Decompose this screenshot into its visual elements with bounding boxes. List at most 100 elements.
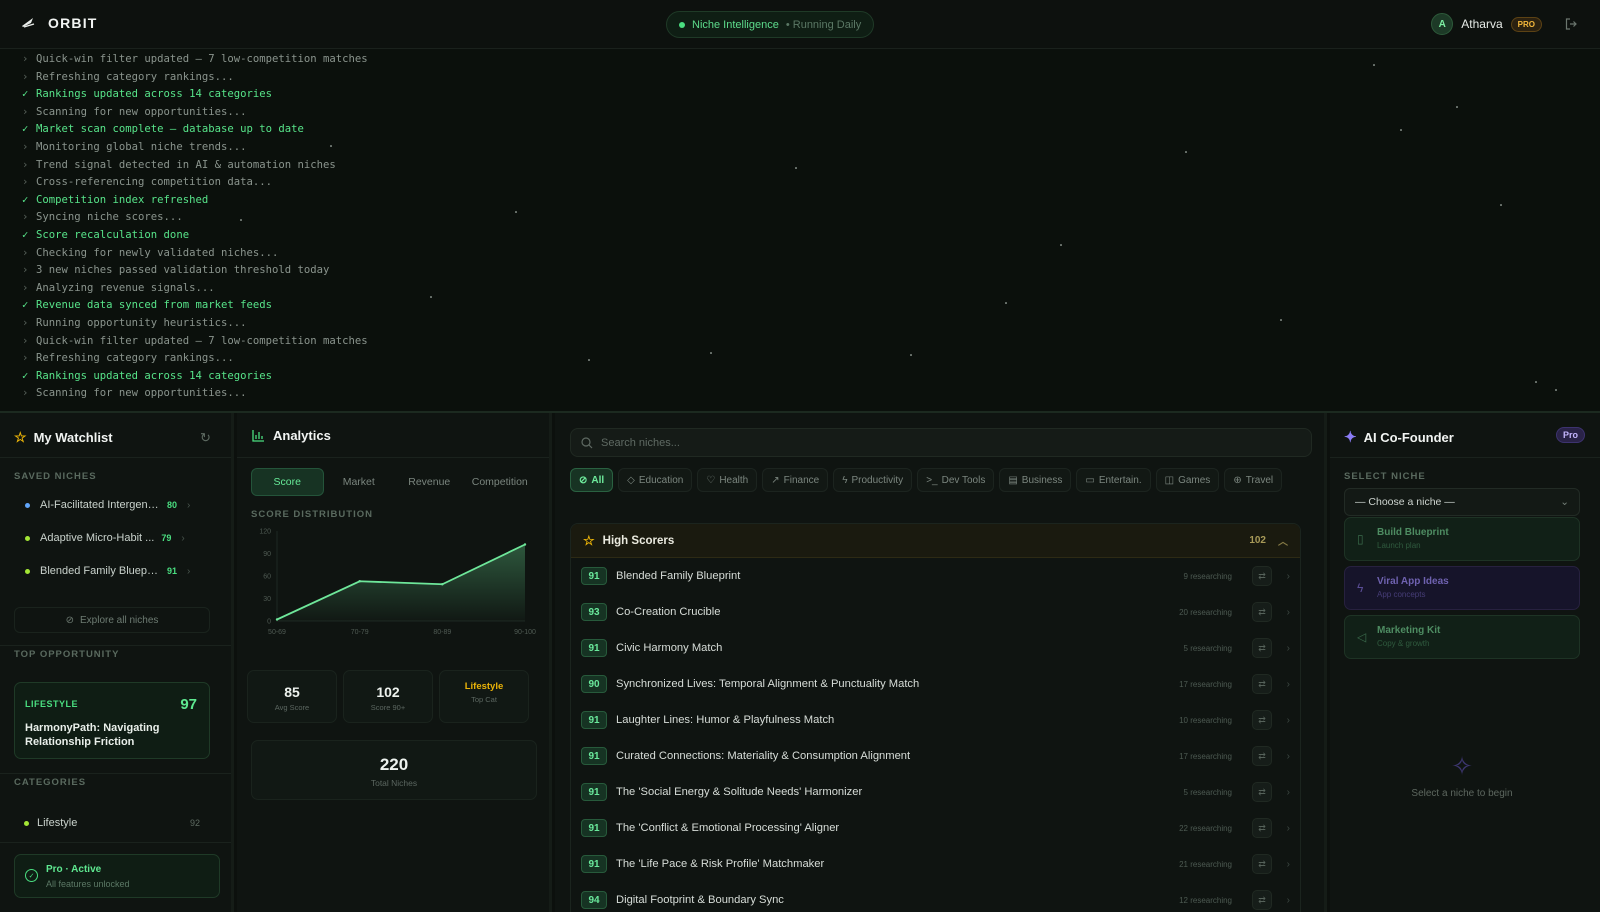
analytics-panel: Analytics Score Market Revenue Competition … [237, 413, 552, 912]
researching-count: 5 researching [1183, 787, 1232, 797]
action-sub: Launch plan [1377, 541, 1421, 550]
log-line: › Scanning for new opportunities... [22, 104, 1600, 122]
action-viral-app-ideas[interactable]: ϟ Viral App Ideas App concepts [1344, 566, 1580, 610]
log-text: Rankings updated across 14 categories [36, 369, 272, 382]
chip-icon: ↗ [771, 474, 780, 486]
select-niche-heading: SELECT NICHE [1344, 471, 1426, 482]
log-prefix: › [22, 211, 29, 224]
user-menu[interactable]: A Atharva PRO [1431, 13, 1578, 35]
log-line: › Running opportunity heuristics... [22, 315, 1600, 333]
analytics-title-text: Analytics [273, 428, 331, 443]
high-scorers-header[interactable]: ☆ High Scorers 102 ︿ [571, 524, 1300, 558]
star-dot [430, 296, 432, 298]
tab-competition[interactable]: Competition [465, 468, 536, 496]
log-line: ✓ Competition index refreshed [22, 192, 1600, 210]
filter-chip-finance[interactable]: ↗ Finance [762, 468, 829, 492]
watchlist-item[interactable]: Blended Family Blueprint 91 › [14, 560, 210, 582]
log-prefix: ✓ [22, 228, 29, 241]
filter-chip-education[interactable]: ◇ Education [618, 468, 693, 492]
y-tick-label: 120 [259, 529, 271, 536]
search-input[interactable] [601, 436, 1281, 449]
action-marketing-kit[interactable]: ◁ Marketing Kit Copy & growth [1344, 615, 1580, 659]
compare-icon[interactable]: ⇄ [1252, 854, 1272, 874]
compare-icon[interactable]: ⇄ [1252, 566, 1272, 586]
compare-icon[interactable]: ⇄ [1252, 602, 1272, 622]
analytics-title: Analytics [252, 428, 331, 443]
niche-row[interactable]: 91 The 'Conflict & Emotional Processing' … [571, 810, 1300, 846]
brand[interactable]: ORBIT [20, 15, 98, 31]
chevron-up-icon[interactable]: ︿ [1278, 533, 1288, 548]
star-dot [795, 167, 797, 169]
saved-niches-heading: SAVED NICHES [14, 471, 97, 482]
compare-icon[interactable]: ⇄ [1252, 674, 1272, 694]
chevron-down-icon: ⌄ [1560, 496, 1569, 508]
niche-row[interactable]: 91 The 'Life Pace & Risk Profile' Matchma… [571, 846, 1300, 882]
niche-row[interactable]: 94 Digital Footprint & Boundary Sync 12 re… [571, 882, 1300, 912]
compare-icon[interactable]: ⇄ [1252, 746, 1272, 766]
filter-chip-productivity[interactable]: ϟ Productivity [833, 468, 913, 492]
niche-row[interactable]: 91 Laughter Lines: Humor & Playfulness Ma… [571, 702, 1300, 738]
star-dot [710, 352, 712, 354]
avatar[interactable]: A [1431, 13, 1454, 35]
divider [1330, 457, 1600, 458]
filter-chip-all[interactable]: ⊘ All [570, 468, 614, 492]
data-point [523, 543, 527, 546]
y-tick-label: 90 [263, 551, 271, 558]
chip-label: Productivity [851, 474, 904, 486]
compare-icon[interactable]: ⇄ [1252, 890, 1272, 910]
filter-chip-business[interactable]: ▤ Business [999, 468, 1072, 492]
filter-chip-travel[interactable]: ⊕ Travel [1224, 468, 1283, 492]
tab-revenue[interactable]: Revenue [394, 468, 465, 496]
compare-icon[interactable]: ⇄ [1252, 782, 1272, 802]
stat-score-90plus: 102 Score 90+ [343, 670, 433, 723]
refresh-icon[interactable]: ↻ [200, 430, 211, 446]
top-opportunity-card[interactable]: LIFESTYLE 97 HarmonyPath: Navigating Rel… [14, 682, 210, 759]
watchlist-item[interactable]: AI-Facilitated Intergene... 80 › [14, 494, 210, 516]
category-item-lifestyle[interactable]: Lifestyle 92 [14, 814, 210, 832]
niche-row[interactable]: 91 The 'Social Energy & Solitude Needs' H… [571, 774, 1300, 810]
status-pill: Niche Intelligence • Running Daily [666, 11, 875, 38]
filter-chip-entertain[interactable]: ▭ Entertain. [1076, 468, 1151, 492]
filter-chip-dev-tools[interactable]: >_ Dev Tools [917, 468, 995, 492]
log-line: ✓ Revenue data synced from market feeds [22, 297, 1600, 315]
check-circle-icon: ✓ [25, 869, 38, 882]
divider [237, 457, 549, 458]
search-icon [581, 436, 593, 448]
log-line: › Trend signal detected in AI & automatio… [22, 157, 1600, 175]
compare-icon[interactable]: ⇄ [1252, 638, 1272, 658]
search-bar[interactable] [570, 428, 1312, 457]
action-build-blueprint[interactable]: ▯ Build Blueprint Launch plan [1344, 517, 1580, 561]
compare-icon[interactable]: ⇄ [1252, 710, 1272, 730]
log-text: Market scan complete — database up to da… [36, 123, 304, 136]
log-prefix: › [22, 387, 29, 400]
pro-status-sub: All features unlocked [46, 879, 130, 889]
stat-value: Lifestyle [464, 681, 504, 692]
x-tick-label: 50-69 [268, 629, 286, 636]
stat-label: Top Cat [471, 695, 497, 704]
filter-chip-health[interactable]: ♡ Health [697, 468, 758, 492]
log-prefix: › [22, 281, 29, 294]
chip-label: Entertain. [1098, 474, 1142, 486]
niche-row[interactable]: 91 Civic Harmony Match 5 researching ⇄ › [571, 630, 1300, 666]
chip-icon: ϟ [842, 474, 848, 486]
action-title: Build Blueprint [1377, 527, 1449, 538]
niche-row[interactable]: 91 Blended Family Blueprint 9 researching ⇄… [571, 558, 1300, 594]
log-text: Rankings updated across 14 categories [36, 88, 272, 101]
tab-market[interactable]: Market [324, 468, 395, 496]
filter-chip-games[interactable]: ◫ Games [1155, 468, 1220, 492]
star-dot [1400, 129, 1402, 131]
star-dot [1373, 64, 1375, 66]
divider [0, 457, 231, 458]
logout-icon[interactable] [1564, 17, 1578, 31]
researching-count: 17 researching [1179, 751, 1232, 761]
niche-select[interactable]: — Choose a niche — ⌄ [1344, 488, 1580, 516]
watchlist-item[interactable]: Adaptive Micro-Habit ... 79 › [14, 527, 210, 549]
niche-row[interactable]: 90 Synchronized Lives: Temporal Alignment… [571, 666, 1300, 702]
niche-row[interactable]: 93 Co-Creation Crucible 20 researching ⇄ › [571, 594, 1300, 630]
x-tick-label: 70-79 [351, 629, 369, 636]
compare-icon[interactable]: ⇄ [1252, 818, 1272, 838]
tab-score[interactable]: Score [251, 468, 324, 496]
log-text: 3 new niches passed validation threshold… [36, 264, 330, 277]
niche-row[interactable]: 91 Curated Connections: Materiality & Con… [571, 738, 1300, 774]
explore-all-button[interactable]: ⊘ Explore all niches [14, 607, 210, 633]
